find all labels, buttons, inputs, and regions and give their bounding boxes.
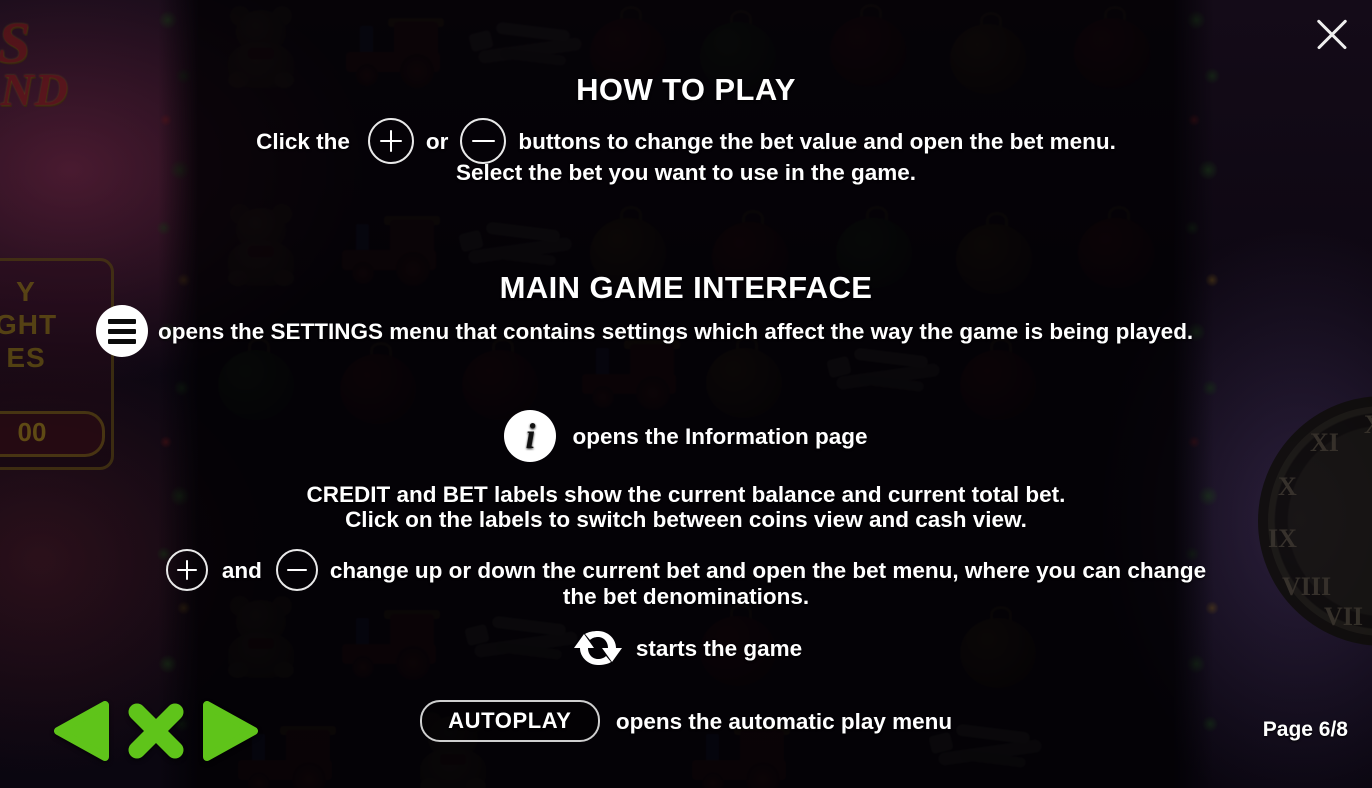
close-x-icon[interactable]	[124, 698, 188, 769]
settings-hamburger-icon[interactable]	[96, 305, 148, 357]
plus-circle-icon[interactable]	[367, 118, 414, 164]
previous-arrow-icon[interactable]	[50, 698, 112, 769]
how-to-play-text-or: or	[425, 128, 449, 154]
info-icon[interactable]: i	[504, 410, 557, 462]
spin-refresh-icon[interactable]	[570, 622, 626, 674]
minus-circle-icon[interactable]	[460, 118, 507, 164]
spin-description: starts the game	[635, 635, 803, 661]
page-indicator: Page 6/8	[1262, 718, 1348, 741]
spin-row: starts the game	[0, 622, 1372, 674]
settings-row: opens the SETTINGS menu that contains se…	[0, 305, 1372, 357]
credit-bet-line-1: CREDIT and BET labels show the current b…	[306, 482, 1066, 507]
main-game-interface-title: MAIN GAME INTERFACE	[499, 270, 873, 305]
bet-description: change up or down the current bet and op…	[329, 557, 1207, 583]
autoplay-button[interactable]: AUTOPLAY	[419, 700, 600, 742]
how-to-play-line-2: Select the bet you want to use in the ga…	[455, 160, 917, 185]
how-to-play-title: HOW TO PLAY	[576, 72, 796, 107]
bet-description-line-2: the bet denominations.	[562, 584, 810, 609]
game-help-screen: TA'S RLAND Y GHT ES 00	[0, 0, 1372, 788]
how-to-play-line-1: Click the or buttons to change the bet v…	[0, 118, 1372, 164]
info-description: opens the Information page	[572, 423, 868, 449]
how-to-play-text-before-plus: Click the	[256, 128, 350, 154]
how-to-play-text-after-minus: buttons to change the bet value and open…	[518, 128, 1116, 154]
help-content: HOW TO PLAY Click the or buttons to chan…	[0, 0, 1372, 788]
info-row: i opens the Information page	[0, 410, 1372, 462]
credit-bet-line-2: Click on the labels to switch between co…	[345, 507, 1027, 532]
bet-conjunction-label: and	[221, 557, 262, 583]
close-icon[interactable]	[1304, 6, 1360, 62]
settings-description: opens the SETTINGS menu that contains se…	[158, 318, 1194, 344]
next-arrow-icon[interactable]	[200, 698, 262, 769]
autoplay-description: opens the automatic play menu	[615, 708, 953, 734]
page-navigation	[50, 698, 262, 769]
